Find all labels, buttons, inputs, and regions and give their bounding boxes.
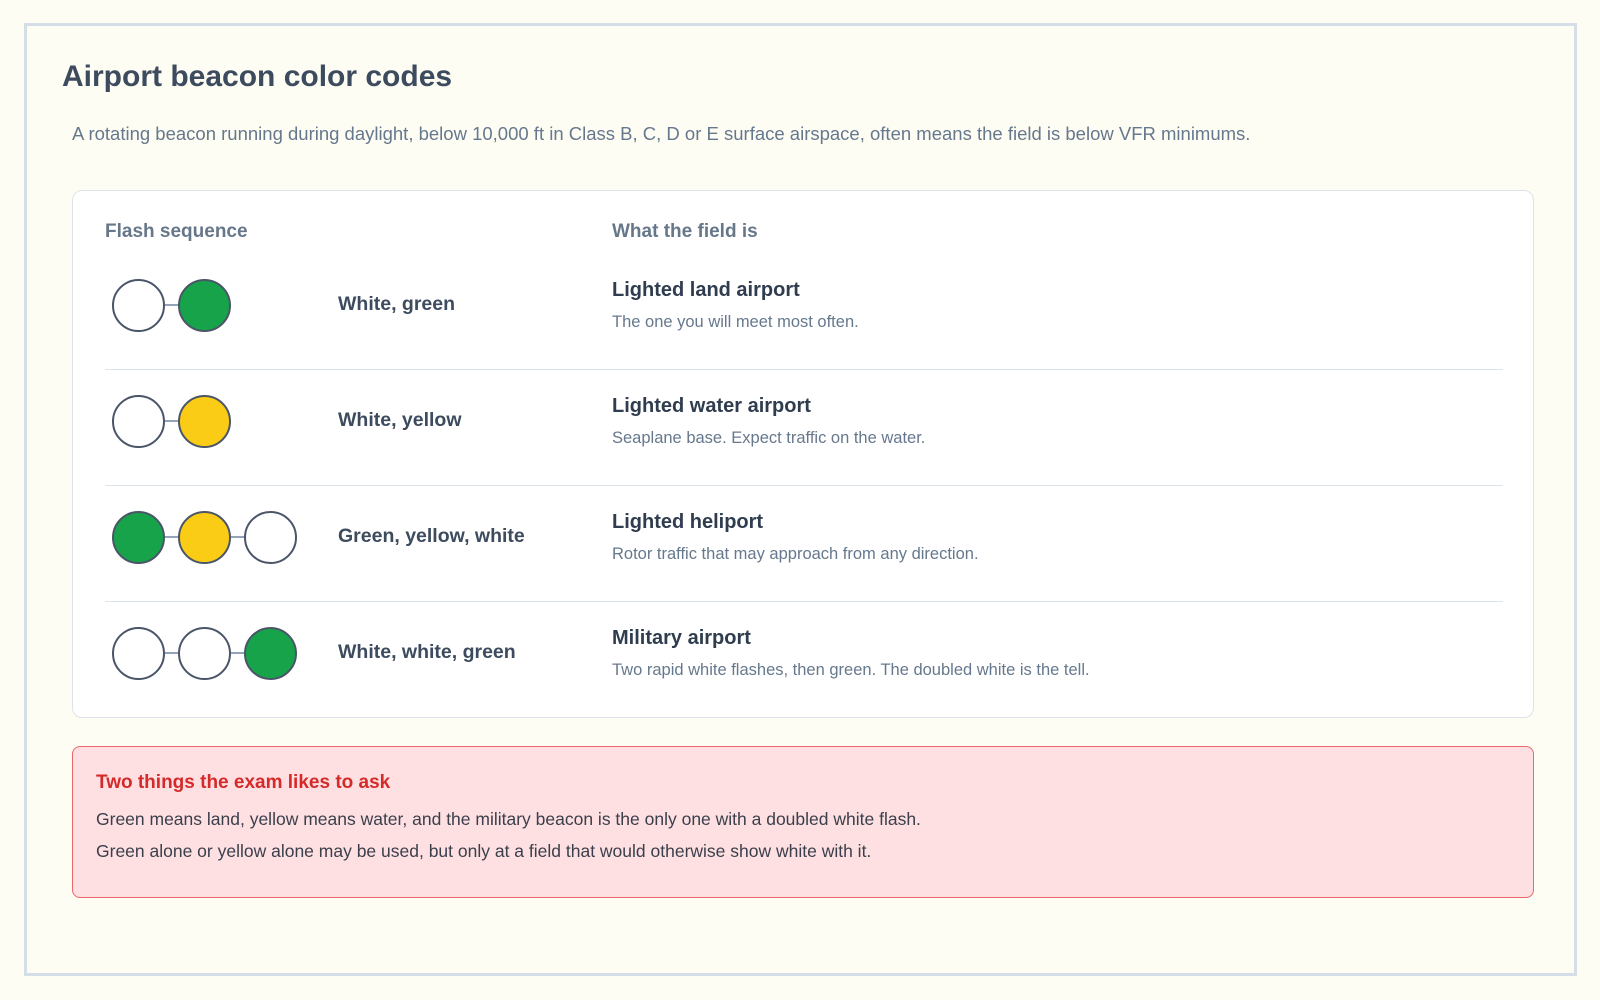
field-type-description: The one you will meet most often.	[612, 313, 859, 331]
beacon-lights	[112, 394, 231, 448]
beacon-lights	[112, 626, 297, 680]
beacon-connector	[231, 652, 244, 654]
yellow-light-icon	[178, 394, 231, 448]
field-type-name: Lighted heliport	[612, 511, 764, 533]
table-row: White, white, green Military airport Two…	[105, 602, 1503, 718]
field-type-description: Rotor traffic that may approach from any…	[612, 545, 979, 563]
white-light-icon	[112, 626, 165, 680]
green-light-icon	[112, 510, 165, 564]
yellow-light-icon	[178, 510, 231, 564]
white-light-icon	[244, 510, 297, 564]
field-type-name: Lighted land airport	[612, 279, 800, 301]
table-rows: White, green Lighted land airport The on…	[105, 254, 1503, 718]
beacon-connector	[231, 536, 244, 538]
beacon-lights	[112, 510, 297, 564]
white-light-icon	[112, 394, 165, 448]
white-light-icon	[112, 278, 165, 332]
callout-title: Two things the exam likes to ask	[96, 772, 391, 793]
beacon-connector	[165, 536, 178, 538]
callout-line: Green means land, yellow means water, an…	[96, 809, 921, 829]
field-type-description: Seaplane base. Expect traffic on the wat…	[612, 429, 926, 447]
flash-sequence-label: Green, yellow, white	[338, 525, 525, 547]
table-row: Green, yellow, white Lighted heliport Ro…	[105, 486, 1503, 602]
beacon-connector	[165, 652, 178, 654]
page-frame: Airport beacon color codes A rotating be…	[24, 23, 1577, 976]
page-title: Airport beacon color codes	[62, 60, 453, 93]
field-type-description: Two rapid white flashes, then green. The…	[612, 661, 1090, 679]
flash-sequence-label: White, green	[338, 293, 456, 315]
beacon-table: Flash sequence What the field is White, …	[72, 190, 1534, 718]
callout-line: Green alone or yellow alone may be used,…	[96, 841, 872, 861]
field-type-name: Military airport	[612, 627, 751, 649]
field-type-name: Lighted water airport	[612, 395, 811, 417]
green-light-icon	[178, 278, 231, 332]
column-header-field: What the field is	[612, 221, 758, 242]
intro-text: A rotating beacon running during dayligh…	[72, 123, 1251, 144]
column-header-flash-sequence: Flash sequence	[105, 221, 248, 242]
table-row: White, green Lighted land airport The on…	[105, 254, 1503, 370]
beacon-lights	[112, 278, 231, 332]
white-light-icon	[178, 626, 231, 680]
table-row: White, yellow Lighted water airport Seap…	[105, 370, 1503, 486]
flash-sequence-label: White, yellow	[338, 409, 462, 431]
beacon-connector	[165, 304, 178, 306]
exam-tip-callout: Two things the exam likes to ask Green m…	[72, 746, 1534, 898]
green-light-icon	[244, 626, 297, 680]
beacon-connector	[165, 420, 178, 422]
flash-sequence-label: White, white, green	[338, 641, 516, 663]
